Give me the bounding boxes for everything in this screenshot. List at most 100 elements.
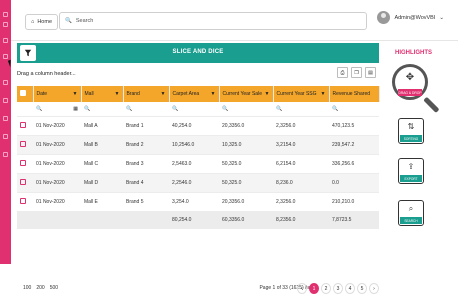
search-input[interactable]: 🔍 Search xyxy=(59,12,367,30)
highlights-title: HIGHLIGHTS xyxy=(395,50,432,56)
filter-cell-carpet-area[interactable]: 🔍 xyxy=(169,102,219,117)
cell-carpet-area: 2,2546.0 xyxy=(169,173,219,193)
filter-icon[interactable]: ▼ xyxy=(321,91,326,97)
column-header-brand[interactable]: Brand ▼ xyxy=(123,86,170,102)
table-row[interactable]: 01 Nov-2020 Mall B Brand 2 10,2546.0 10,… xyxy=(17,135,379,155)
cell-revenue-shared: 336,256.6 xyxy=(329,154,379,174)
highlight-label: SORTING xyxy=(400,135,422,142)
row-checkbox[interactable] xyxy=(20,160,26,166)
filter-cell-revenue-shared[interactable]: 🔍 xyxy=(329,102,379,117)
column-label: Mall xyxy=(84,91,94,97)
row-checkbox[interactable] xyxy=(20,198,26,204)
filter-icon[interactable]: ▼ xyxy=(115,91,120,97)
filter-icon[interactable]: ▼ xyxy=(211,91,216,97)
column-header-current-year-sale[interactable]: Current Year Sale ▼ xyxy=(219,86,274,102)
row-checkbox[interactable] xyxy=(20,141,26,147)
column-header-revenue-shared[interactable]: Revenue Shared xyxy=(329,86,380,102)
column-label: Date xyxy=(36,91,48,97)
table-row[interactable]: 01 Nov-2020 Mall A Brand 1 40,254.0 20,3… xyxy=(17,116,379,136)
cell-carpet-area: 2,5463.0 xyxy=(169,154,219,174)
filter-cell-current-year-ssg[interactable]: 🔍 xyxy=(273,102,329,117)
page-button[interactable]: 5 xyxy=(357,283,367,294)
filter-icon[interactable]: ▼ xyxy=(161,91,166,97)
calendar-icon[interactable]: ▦ xyxy=(73,106,78,112)
page-size-selector: 100 200 500 xyxy=(23,285,58,291)
nav-icon-3[interactable] xyxy=(3,80,8,85)
data-grid: Date ▼ Mall ▼ Brand ▼ Carpet Area ▼ Current … xyxy=(17,86,380,229)
column-label: Current Year Sale xyxy=(222,91,262,97)
page-button[interactable]: 1 xyxy=(309,283,319,294)
prev-page-icon[interactable]: ‹ xyxy=(297,283,307,294)
total-revenue-shared: 7,8723.5 xyxy=(329,211,379,229)
page-button[interactable]: 4 xyxy=(345,283,355,294)
home-icon: ⌂ xyxy=(31,19,35,25)
page-size-option[interactable]: 500 xyxy=(50,285,58,291)
filter-icon[interactable]: ▼ xyxy=(73,91,78,97)
table-row[interactable]: 01 Nov-2020 Mall D Brand 4 2,2546.0 50,3… xyxy=(17,173,379,193)
top-bar: ⌂ Home 🔍 Search Admin@WovVBI ⌄ xyxy=(11,0,458,41)
search-icon: 🔍 xyxy=(126,106,133,112)
export-icon[interactable]: ⎙ xyxy=(337,67,348,78)
select-all-header[interactable] xyxy=(17,86,34,102)
cell-date: 01 Nov-2020 xyxy=(33,192,81,212)
cell-revenue-shared: 0.0 xyxy=(329,173,379,193)
column-label: Brand xyxy=(126,91,140,97)
table-row[interactable]: 01 Nov-2020 Mall C Brand 3 2,5463.0 50,3… xyxy=(17,154,379,174)
column-header-carpet-area[interactable]: Carpet Area ▼ xyxy=(169,86,220,102)
nav-icon-5[interactable] xyxy=(3,116,8,121)
filter-cell-brand[interactable]: 🔍 xyxy=(123,102,169,117)
nav-icon-2[interactable] xyxy=(3,54,8,59)
cell-date: 01 Nov-2020 xyxy=(33,116,81,136)
cell-revenue-shared: 470,123.5 xyxy=(329,116,379,136)
user-menu[interactable]: Admin@WovVBI ⌄ xyxy=(377,11,444,24)
filter-row: 🔍 ▦ 🔍 🔍 🔍 🔍 🔍 🔍 xyxy=(17,102,379,117)
home-button[interactable]: ⌂ Home xyxy=(25,14,58,30)
chevron-down-icon: ⌄ xyxy=(439,14,444,21)
cell-carpet-area: 40,254.0 xyxy=(169,116,219,136)
column-label: Revenue Shared xyxy=(332,91,371,97)
page-button[interactable]: 3 xyxy=(333,283,343,294)
filter-cell-date[interactable]: 🔍 ▦ xyxy=(33,102,81,117)
nav-icon-6[interactable] xyxy=(3,134,8,139)
highlight-label: EXPORT xyxy=(400,175,422,182)
next-page-icon[interactable]: › xyxy=(369,283,379,294)
menu-icon[interactable] xyxy=(3,12,8,17)
page-button[interactable]: 2 xyxy=(321,283,331,294)
column-header-current-year-ssg[interactable]: Current Year SSG ▼ xyxy=(273,86,330,102)
magnifier-highlight: ✥ DRAG & DROP xyxy=(392,64,428,100)
highlight-card-sorting: ⇅ SORTING xyxy=(398,118,424,144)
page-size-option[interactable]: 200 xyxy=(36,285,44,291)
cell-date: 01 Nov-2020 xyxy=(33,154,81,174)
select-all-checkbox[interactable] xyxy=(20,90,26,96)
nav-icon-7[interactable] xyxy=(3,152,8,157)
cell-current-year-ssg: 8,236.0 xyxy=(273,173,329,193)
cell-brand: Brand 1 xyxy=(123,116,169,136)
search-icon: 🔍 xyxy=(84,106,91,112)
nav-icon-4[interactable] xyxy=(3,98,8,103)
highlight-label: DRAG & DROP xyxy=(398,89,422,96)
avatar xyxy=(377,11,391,24)
filter-cell-mall[interactable]: 🔍 xyxy=(81,102,123,117)
column-header-date[interactable]: Date ▼ xyxy=(33,86,82,102)
total-current-year-sale: 60,3356.0 xyxy=(219,211,273,229)
cell-current-year-sale: 50,325.0 xyxy=(219,154,273,174)
search-icon: 🔍 xyxy=(276,106,283,112)
row-checkbox[interactable] xyxy=(20,122,26,128)
search-icon[interactable] xyxy=(3,22,8,27)
table-row[interactable]: 01 Nov-2020 Mall E Brand 5 3,254.0 20,33… xyxy=(17,192,379,212)
document-icon[interactable]: ▤ xyxy=(365,67,376,78)
cell-mall: Mall E xyxy=(81,192,123,212)
filter-cell-current-year-sale[interactable]: 🔍 xyxy=(219,102,273,117)
page-buttons: ‹ 1 2 3 4 5 › xyxy=(297,283,379,294)
copy-icon[interactable]: ❐ xyxy=(351,67,362,78)
grid-toolbar: ⎙ ❐ ▤ xyxy=(337,67,376,78)
row-checkbox[interactable] xyxy=(20,179,26,185)
column-header-mall[interactable]: Mall ▼ xyxy=(81,86,124,102)
filter-icon[interactable]: ▼ xyxy=(265,91,270,97)
page-size-option[interactable]: 100 xyxy=(23,285,31,291)
cell-brand: Brand 4 xyxy=(123,173,169,193)
cell-current-year-ssg: 6,2154.0 xyxy=(273,154,329,174)
totals-row: 80,254.0 60,3356.0 8,2356.0 7,8723.5 xyxy=(17,211,379,229)
total-carpet-area: 80,254.0 xyxy=(169,211,219,229)
nav-icon-1[interactable] xyxy=(3,38,8,43)
